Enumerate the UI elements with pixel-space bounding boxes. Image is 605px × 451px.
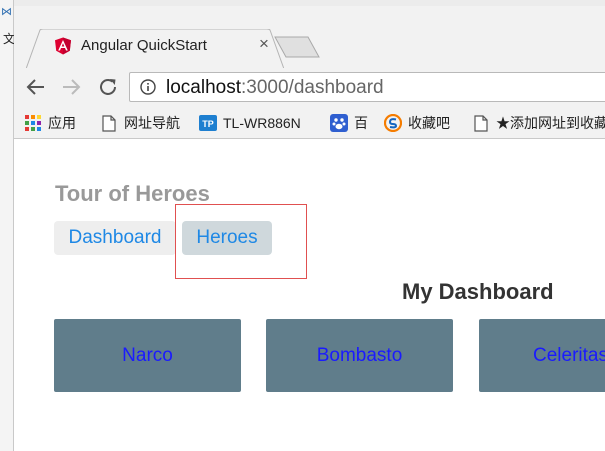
bookmark-add-favorite[interactable]: ★添加网址到收藏 bbox=[472, 113, 605, 133]
hero-card-celeritas[interactable]: Celeritas bbox=[479, 319, 605, 392]
forward-arrow-icon[interactable] bbox=[59, 75, 83, 99]
bookmark-label: TL-WR886N bbox=[223, 115, 301, 131]
browser-toolbar: localhost:3000/dashboard bbox=[14, 68, 605, 106]
web-page: Tour of Heroes Dashboard Heroes My Dashb… bbox=[14, 140, 605, 451]
baidu-paw-icon bbox=[330, 114, 348, 132]
angular-shield-icon bbox=[54, 37, 72, 55]
bookmark-url-nav[interactable]: 网址导航 bbox=[100, 113, 180, 133]
close-tab-icon[interactable]: × bbox=[256, 35, 272, 53]
apps-grid-icon bbox=[24, 114, 42, 132]
page-icon bbox=[100, 114, 118, 132]
bookmarks-bar: 应用 网址导航 TP TL-WR886N 百 收藏吧 ★添加网址到收藏 bbox=[14, 106, 605, 139]
tab-strip: Angular QuickStart × bbox=[14, 0, 605, 69]
sogou-icon bbox=[384, 114, 402, 132]
bookmark-label: ★添加网址到收藏 bbox=[496, 115, 605, 131]
back-arrow-icon[interactable] bbox=[24, 75, 48, 99]
app-title: Tour of Heroes bbox=[55, 181, 210, 206]
bookmark-label: 百 bbox=[354, 115, 368, 131]
hero-card-bombasto[interactable]: Bombasto bbox=[266, 319, 453, 392]
url-path: :3000/dashboard bbox=[241, 77, 384, 98]
heroes-nav-link[interactable]: Heroes bbox=[182, 221, 272, 255]
background-window-edge: ⋈ 文 bbox=[0, 0, 15, 451]
bookmark-label: 网址导航 bbox=[124, 115, 180, 131]
bookmark-apps[interactable]: 应用 bbox=[24, 113, 76, 133]
vscode-icon: ⋈ bbox=[1, 6, 12, 18]
url-host: localhost bbox=[166, 77, 241, 98]
dashboard-nav-link[interactable]: Dashboard bbox=[54, 221, 176, 255]
browser-window: Angular QuickStart × localhost:3000/dash… bbox=[14, 0, 605, 451]
bookmark-tl-wr886n[interactable]: TP TL-WR886N bbox=[199, 113, 301, 133]
reload-icon[interactable] bbox=[96, 75, 120, 99]
tp-link-icon: TP bbox=[199, 114, 217, 132]
bookmark-label: 应用 bbox=[48, 115, 76, 131]
tab-angular-quickstart[interactable]: Angular QuickStart × bbox=[26, 29, 284, 69]
svg-text:TP: TP bbox=[202, 119, 214, 129]
url-text: localhost:3000/dashboard bbox=[166, 77, 384, 99]
title-bar bbox=[14, 0, 605, 6]
bookmark-baidu[interactable]: 百 bbox=[330, 113, 368, 133]
page-icon bbox=[472, 114, 490, 132]
new-tab-button[interactable] bbox=[274, 36, 320, 58]
hero-card-narco[interactable]: Narco bbox=[54, 319, 241, 392]
section-title: My Dashboard bbox=[402, 279, 554, 304]
bookmark-sogou[interactable]: 收藏吧 bbox=[384, 113, 450, 133]
tab-title: Angular QuickStart bbox=[81, 37, 207, 54]
address-bar[interactable]: localhost:3000/dashboard bbox=[129, 72, 605, 102]
bookmark-label: 收藏吧 bbox=[408, 115, 450, 131]
info-icon[interactable] bbox=[140, 79, 156, 95]
